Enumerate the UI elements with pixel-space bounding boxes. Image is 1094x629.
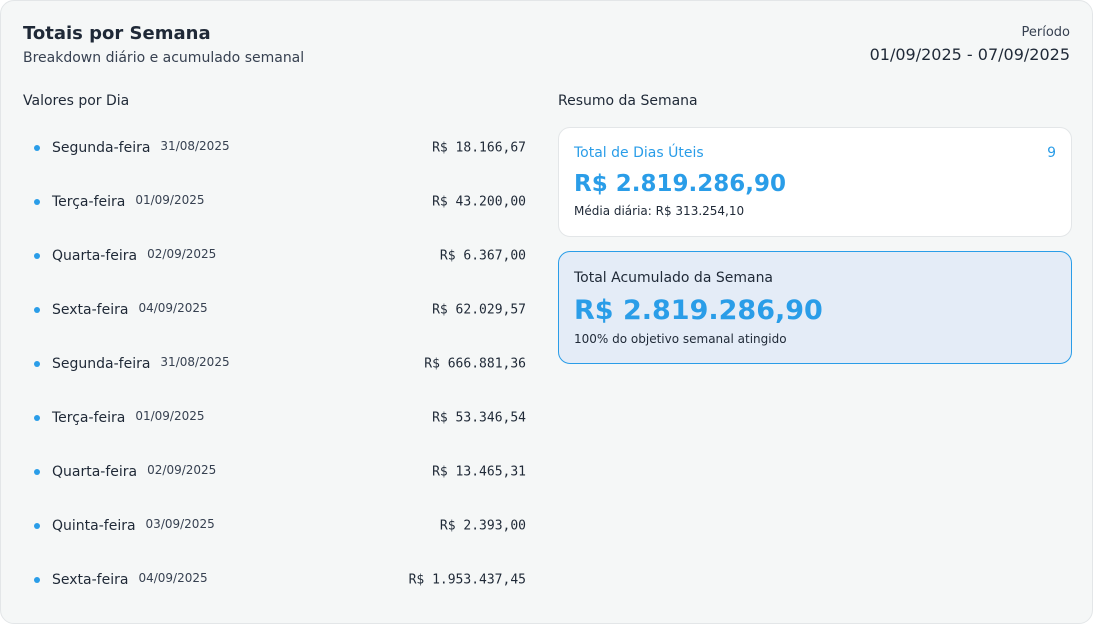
bullet-dot-icon <box>34 523 40 529</box>
day-amount: R$ 13.465,31 <box>432 464 526 480</box>
business-days-card: Total de Dias Úteis 9 R$ 2.819.286,90 Mé… <box>558 127 1072 237</box>
day-date: 04/09/2025 <box>138 571 208 585</box>
bullet-dot-icon <box>34 199 40 205</box>
bullet-dot-icon <box>34 145 40 151</box>
bullet-dot-icon <box>34 577 40 583</box>
bullet-dot-icon <box>34 307 40 313</box>
day-name: Terça-feira <box>52 410 126 426</box>
day-amount: R$ 1.953.437,45 <box>408 572 526 588</box>
list-item: Sexta-feira 04/09/2025 R$ 1.953.437,45 <box>23 553 526 607</box>
day-amount: R$ 6.367,00 <box>439 248 526 264</box>
list-item: Quinta-feira 03/09/2025 R$ 2.393,00 <box>23 499 526 553</box>
page-subtitle: Breakdown diário e acumulado semanal <box>23 50 305 66</box>
bullet-dot-icon <box>34 415 40 421</box>
accumulated-label: Total Acumulado da Semana <box>574 270 774 286</box>
list-item: Sexta-feira 04/09/2025 R$ 62.029,57 <box>23 283 526 337</box>
day-date: 04/09/2025 <box>138 301 208 315</box>
day-name: Terça-feira <box>52 194 126 210</box>
day-amount: R$ 2.393,00 <box>439 518 526 534</box>
day-date: 03/09/2025 <box>145 517 215 531</box>
day-amount: R$ 62.029,57 <box>432 302 526 318</box>
bullet-dot-icon <box>34 469 40 475</box>
day-date: 01/09/2025 <box>135 193 205 207</box>
list-item: Quarta-feira 02/09/2025 R$ 13.465,31 <box>23 445 526 499</box>
business-days-count: 9 <box>1047 145 1056 161</box>
summary-section-title: Resumo da Semana <box>558 93 698 109</box>
list-item: Quarta-feira 02/09/2025 R$ 6.367,00 <box>23 229 526 283</box>
day-date: 01/09/2025 <box>135 409 205 423</box>
day-amount: R$ 18.166,67 <box>432 140 526 156</box>
daily-values-list: Segunda-feira 31/08/2025 R$ 18.166,67 Terça… <box>23 121 526 607</box>
day-amount: R$ 53.346,54 <box>432 410 526 426</box>
bullet-dot-icon <box>34 361 40 367</box>
daily-average: Média diária: R$ 313.254,10 <box>574 204 745 218</box>
day-date: 31/08/2025 <box>160 355 230 369</box>
goal-note: 100% do objetivo semanal atingido <box>574 332 787 346</box>
daily-section-title: Valores por Dia <box>23 93 130 109</box>
day-name: Sexta-feira <box>52 572 129 588</box>
day-amount: R$ 666.881,36 <box>424 356 526 372</box>
list-item: Segunda-feira 31/08/2025 R$ 666.881,36 <box>23 337 526 391</box>
list-item: Terça-feira 01/09/2025 R$ 53.346,54 <box>23 391 526 445</box>
business-days-total: R$ 2.819.286,90 <box>574 171 786 197</box>
accumulated-total: R$ 2.819.286,90 <box>574 295 823 326</box>
day-name: Quarta-feira <box>52 248 138 264</box>
day-name: Segunda-feira <box>52 140 151 156</box>
period-label: Período <box>1021 25 1071 40</box>
period-value: 01/09/2025 - 07/09/2025 <box>869 45 1070 64</box>
list-item: Terça-feira 01/09/2025 R$ 43.200,00 <box>23 175 526 229</box>
day-date: 02/09/2025 <box>147 463 217 477</box>
day-name: Sexta-feira <box>52 302 129 318</box>
accumulated-total-card: Total Acumulado da Semana R$ 2.819.286,9… <box>558 251 1072 364</box>
day-name: Quinta-feira <box>52 518 136 534</box>
bullet-dot-icon <box>34 253 40 259</box>
business-days-label: Total de Dias Úteis <box>574 145 704 161</box>
day-amount: R$ 43.200,00 <box>432 194 526 210</box>
day-date: 02/09/2025 <box>147 247 217 261</box>
list-item: Segunda-feira 31/08/2025 R$ 18.166,67 <box>23 121 526 175</box>
day-date: 31/08/2025 <box>160 139 230 153</box>
page-title: Totais por Semana <box>23 23 211 44</box>
day-name: Segunda-feira <box>52 356 151 372</box>
day-name: Quarta-feira <box>52 464 138 480</box>
weekly-totals-card: Totais por Semana Breakdown diário e acu… <box>0 0 1093 624</box>
